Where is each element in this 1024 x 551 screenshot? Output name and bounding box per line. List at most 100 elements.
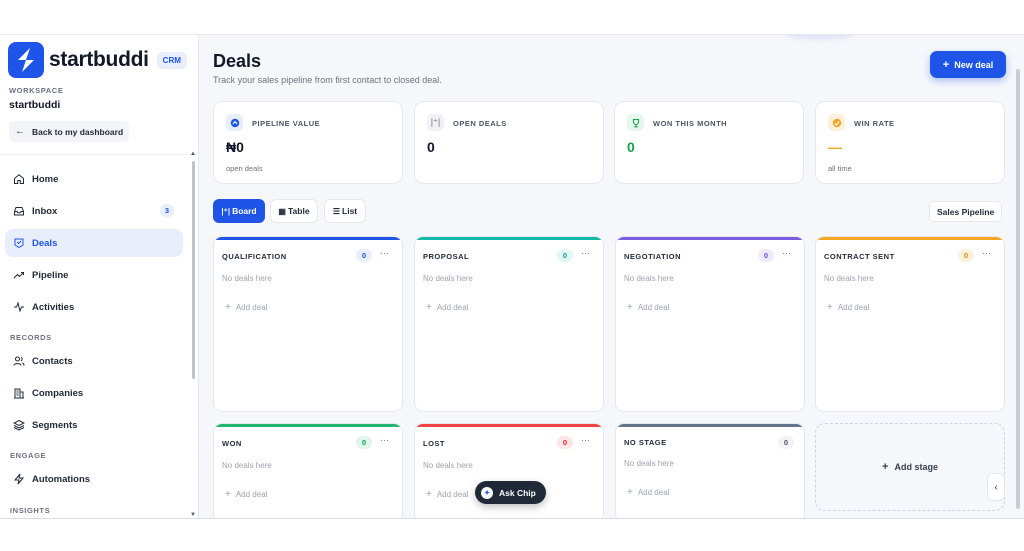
- sidebar-item-label: Inbox: [32, 205, 58, 217]
- ask-chip-label: Ask Chip: [499, 487, 536, 498]
- add-stage-label: Add stage: [894, 462, 938, 472]
- stage-count-badge: 0: [778, 436, 794, 449]
- sidebar-item-contacts[interactable]: Contacts: [5, 347, 183, 375]
- sidebar: startbuddi CRM WORKSPACE startbuddi ← Ba…: [0, 35, 199, 518]
- sidebar-item-label: Pipeline: [32, 269, 69, 281]
- sidebar-item-label: Home: [32, 173, 59, 185]
- chip-logo-icon: ✦: [481, 486, 493, 499]
- stat-label: OPEN DEALS: [453, 119, 507, 128]
- scroll-up-arrow-icon[interactable]: ▲: [190, 151, 196, 157]
- plus-icon: +: [426, 302, 432, 313]
- sidebar-divider: [0, 154, 199, 155]
- empty-state-text: No deals here: [222, 461, 272, 470]
- add-deal-button[interactable]: + Add deal: [827, 302, 869, 313]
- stage-name: NO STAGE: [624, 438, 667, 447]
- main-scrollbar[interactable]: [1016, 69, 1020, 509]
- inbox-icon: [14, 207, 24, 216]
- sidebar-item-label: Segments: [32, 419, 78, 431]
- stage-column-lost: LOST 0 ··· No deals here + Add deal: [414, 423, 604, 518]
- stat-card-open-deals: |⁺| OPEN DEALS 0: [414, 101, 604, 184]
- add-deal-button[interactable]: + Add deal: [627, 302, 669, 313]
- stage-column-negotiation: NEGOTIATION 0 ··· No deals here + Add dea…: [615, 236, 805, 412]
- stage-name: WON: [222, 439, 242, 448]
- page-title: Deals: [213, 51, 262, 71]
- empty-state-text: No deals here: [624, 459, 674, 468]
- new-deal-label: New deal: [954, 59, 994, 70]
- empty-state-text: No deals here: [423, 461, 473, 470]
- stat-value: ₦0: [226, 139, 244, 155]
- sidebar-item-pipeline[interactable]: Pipeline: [5, 261, 183, 289]
- arrow-left-icon: ←: [15, 126, 25, 137]
- main-content: Deals Track your sales pipeline from fir…: [199, 35, 1024, 518]
- stage-color-bar: [816, 237, 1004, 240]
- users-icon: [13, 356, 25, 366]
- more-options-icon[interactable]: ···: [982, 248, 991, 258]
- view-list-button[interactable]: ☰ List: [324, 199, 366, 223]
- stage-column-won: WON 0 ··· No deals here + Add deal: [213, 423, 403, 518]
- more-options-icon[interactable]: ···: [581, 248, 590, 258]
- engage-section-label: ENGAGE: [10, 451, 47, 460]
- win-rate-icon: [828, 114, 845, 131]
- view-table-button[interactable]: ▦ Table: [270, 199, 318, 223]
- back-to-dashboard-button[interactable]: ← Back to my dashboard: [9, 121, 130, 142]
- more-options-icon[interactable]: ···: [380, 435, 389, 445]
- app-window: startbuddi CRM WORKSPACE startbuddi ← Ba…: [0, 34, 1024, 519]
- view-table-label: Table: [287, 206, 310, 216]
- sidebar-item-segments[interactable]: Segments: [5, 411, 183, 439]
- new-deal-button[interactable]: + New deal: [930, 51, 1006, 78]
- trophy-icon: [627, 114, 644, 131]
- brand[interactable]: startbuddi CRM: [8, 42, 187, 78]
- decorative-glow: [785, 35, 855, 39]
- stat-card-pipeline-value: PIPELINE VALUE ₦0 open deals: [213, 101, 403, 184]
- pipeline-select[interactable]: Sales Pipeline: [929, 201, 1003, 222]
- sidebar-item-companies[interactable]: Companies: [5, 379, 183, 407]
- stage-name: QUALIFICATION: [222, 252, 287, 261]
- trending-up-icon: [13, 272, 24, 279]
- more-options-icon[interactable]: ···: [380, 248, 389, 258]
- stage-name: PROPOSAL: [423, 252, 470, 261]
- add-deal-button[interactable]: + Add deal: [426, 489, 468, 500]
- stat-card-win-rate: WIN RATE — all time: [815, 101, 1005, 184]
- sidebar-item-inbox[interactable]: Inbox 3: [5, 197, 183, 225]
- plus-icon: +: [225, 489, 231, 500]
- chevron-left-icon[interactable]: ‹: [987, 473, 1005, 501]
- more-options-icon[interactable]: ···: [782, 248, 791, 258]
- stat-value: 0: [427, 139, 435, 155]
- view-board-button[interactable]: |⁺| Board: [213, 199, 265, 223]
- stage-column-qualification: QUALIFICATION 0 ··· No deals here + Add d…: [213, 236, 403, 412]
- add-deal-label: Add deal: [235, 490, 268, 499]
- stage-column-contract-sent: CONTRACT SENT 0 ··· No deals here + Add d…: [815, 236, 1005, 412]
- plus-icon: +: [827, 302, 833, 313]
- add-deal-label: Add deal: [637, 303, 670, 312]
- sidebar-item-activities[interactable]: Activities: [5, 293, 183, 321]
- add-deal-label: Add deal: [235, 303, 268, 312]
- startbuddi-logo-icon: [8, 42, 44, 78]
- inbox-count-badge: 3: [159, 204, 174, 217]
- sidebar-scrollbar[interactable]: [192, 161, 195, 379]
- add-deal-button[interactable]: + Add deal: [225, 489, 267, 500]
- stage-color-bar: [616, 237, 804, 240]
- plus-icon: +: [882, 461, 889, 473]
- stage-count-badge: 0: [557, 436, 573, 449]
- empty-state-text: No deals here: [624, 274, 674, 283]
- add-deal-button[interactable]: + Add deal: [225, 302, 267, 313]
- deals-icon: [14, 238, 24, 249]
- add-stage-button[interactable]: + Add stage: [815, 423, 1005, 511]
- sidebar-item-deals[interactable]: Deals: [5, 229, 183, 257]
- ask-chip-button[interactable]: ✦ Ask Chip: [475, 481, 546, 504]
- stage-color-bar: [415, 237, 603, 240]
- workspace-name: startbuddi: [9, 99, 61, 111]
- more-options-icon[interactable]: ···: [581, 435, 590, 445]
- stage-name: LOST: [423, 439, 445, 448]
- page-subtitle: Track your sales pipeline from first con…: [213, 75, 442, 85]
- add-deal-button[interactable]: + Add deal: [426, 302, 468, 313]
- stage-count-badge: 0: [758, 249, 774, 262]
- sidebar-item-automations[interactable]: Automations: [5, 465, 183, 493]
- sidebar-item-home[interactable]: Home: [5, 165, 183, 193]
- sidebar-item-label: Automations: [32, 473, 91, 485]
- stat-label: PIPELINE VALUE: [252, 119, 321, 128]
- add-deal-button[interactable]: + Add deal: [627, 487, 669, 498]
- scroll-down-arrow-icon[interactable]: ▼: [190, 512, 196, 518]
- stat-sub: all time: [828, 164, 852, 173]
- plus-icon: +: [942, 58, 950, 71]
